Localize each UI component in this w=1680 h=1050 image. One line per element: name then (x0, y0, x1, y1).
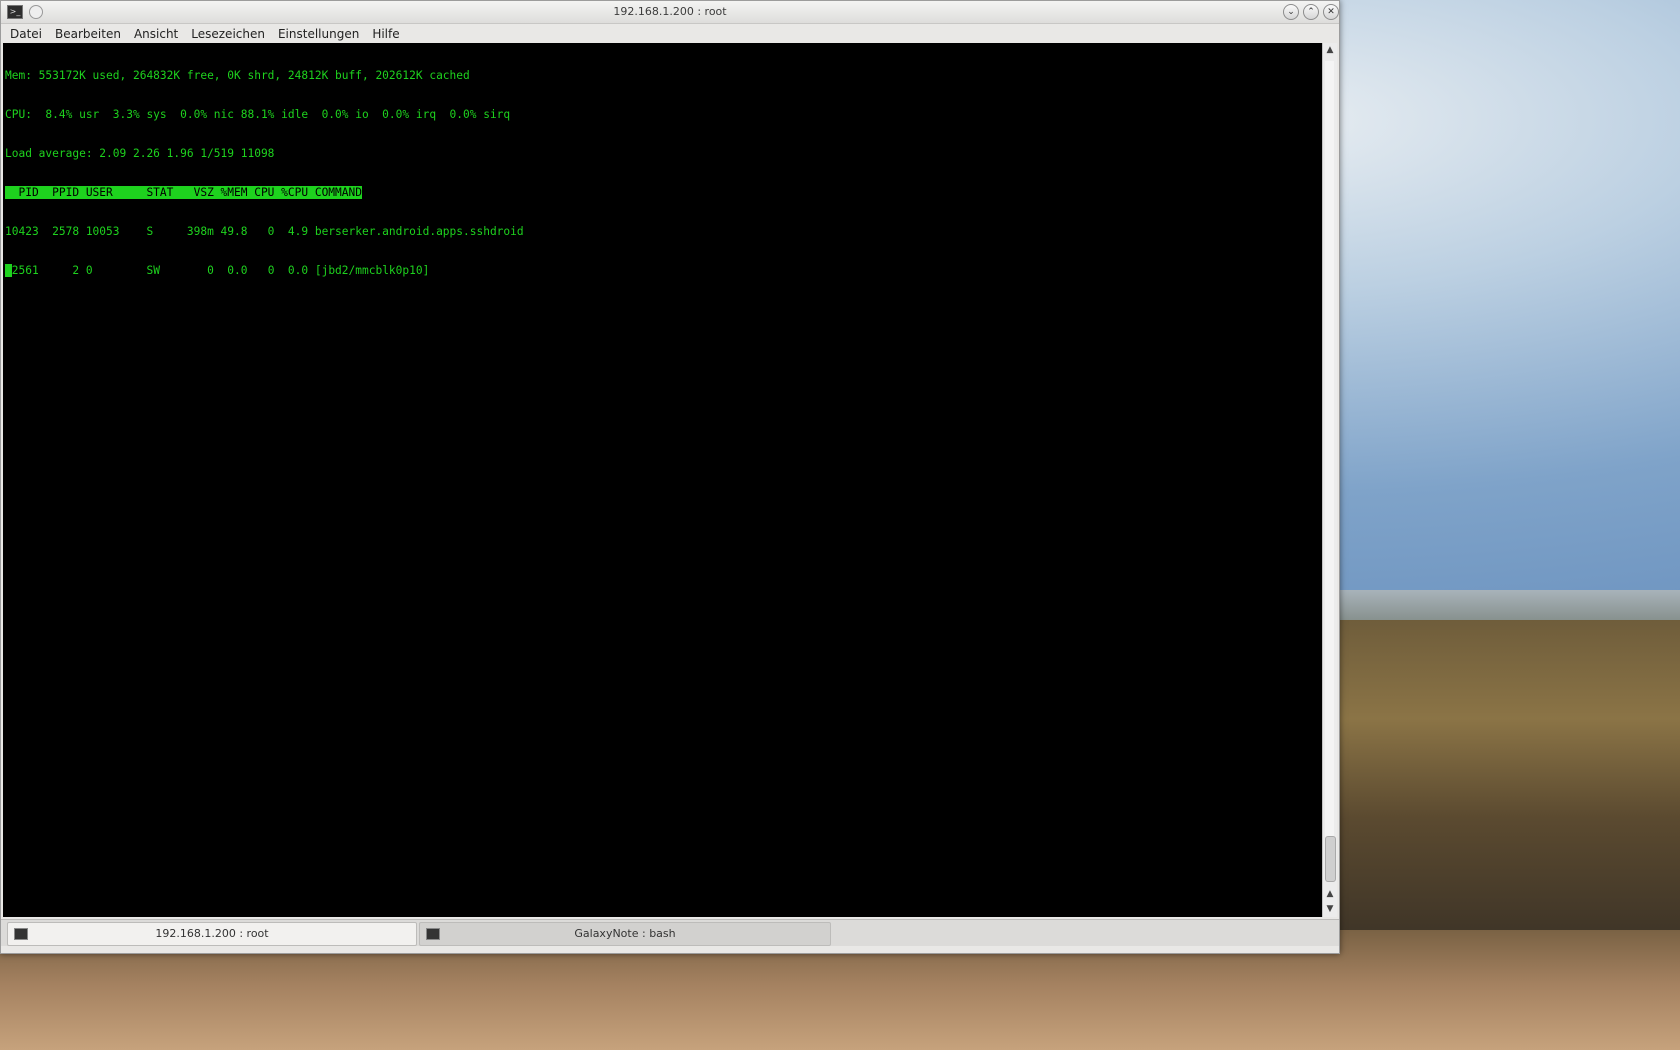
terminal-area[interactable]: Mem: 553172K used, 264832K free, 0K shrd… (3, 43, 1337, 917)
maximize-button[interactable]: ⌃ (1303, 4, 1319, 20)
process-rows: 10423 2578 10053 S 398m 49.8 0 4.9 berse… (5, 225, 1321, 238)
tab-galaxynote-session[interactable]: GalaxyNote : bash (419, 922, 831, 946)
window-title: 192.168.1.200 : root (613, 5, 727, 18)
konsole-window: >_ 192.168.1.200 : root ⌄ ⌃ ✕ Datei Bear… (0, 0, 1340, 954)
menu-einstellungen[interactable]: Einstellungen (273, 27, 367, 41)
text-cursor (5, 264, 12, 277)
scroll-track[interactable] (1325, 61, 1334, 881)
process-row: 10423 2578 10053 S 398m 49.8 0 4.9 berse… (5, 225, 524, 238)
terminal-tab-icon (14, 928, 28, 940)
close-button[interactable]: ✕ (1323, 4, 1339, 20)
top-cpu-line: CPU: 8.4% usr 3.3% sys 0.0% nic 88.1% id… (5, 108, 511, 121)
process-row-last-text: 2561 2 0 SW 0 0.0 0 0.0 [jbd2/mmcblk0p10… (11, 264, 430, 277)
process-row-last: 2561 2 0 SW 0 0.0 0 0.0 [jbd2/mmcblk0p10… (5, 264, 1321, 277)
menu-datei[interactable]: Datei (5, 27, 50, 41)
tab-root-session[interactable]: 192.168.1.200 : root (7, 922, 417, 946)
menu-bearbeiten[interactable]: Bearbeiten (50, 27, 129, 41)
top-mem-line: Mem: 553172K used, 264832K free, 0K shrd… (5, 69, 470, 82)
tab-label: 192.168.1.200 : root (155, 927, 269, 940)
scroll-up-icon-lower[interactable]: ▲ (1323, 887, 1337, 901)
top-load-line: Load average: 2.09 2.26 1.96 1/519 11098 (5, 147, 275, 160)
menu-hilfe[interactable]: Hilfe (367, 27, 407, 41)
top-column-header: PID PPID USER STAT VSZ %MEM CPU %CPU COM… (5, 186, 362, 199)
scroll-up-icon[interactable]: ▲ (1323, 43, 1337, 57)
top-header-line: PID PPID USER STAT VSZ %MEM CPU %CPU COM… (5, 186, 1321, 199)
scroll-down-icon[interactable]: ▼ (1323, 902, 1337, 916)
menubar: Datei Bearbeiten Ansicht Lesezeichen Ein… (1, 24, 1339, 44)
terminal-tab-icon (426, 928, 440, 940)
menu-lesezeichen[interactable]: Lesezeichen (186, 27, 273, 41)
menu-ansicht[interactable]: Ansicht (129, 27, 186, 41)
window-titlebar[interactable]: >_ 192.168.1.200 : root ⌄ ⌃ ✕ (1, 1, 1339, 24)
scroll-thumb[interactable] (1325, 836, 1336, 882)
session-tabbar: 192.168.1.200 : root GalaxyNote : bash (1, 919, 1339, 946)
terminal-output[interactable]: Mem: 553172K used, 264832K free, 0K shrd… (5, 43, 1321, 917)
terminal-scrollbar[interactable]: ▲ ▲ ▼ (1322, 43, 1337, 917)
minimize-button[interactable]: ⌄ (1283, 4, 1299, 20)
tab-label: GalaxyNote : bash (574, 927, 676, 940)
